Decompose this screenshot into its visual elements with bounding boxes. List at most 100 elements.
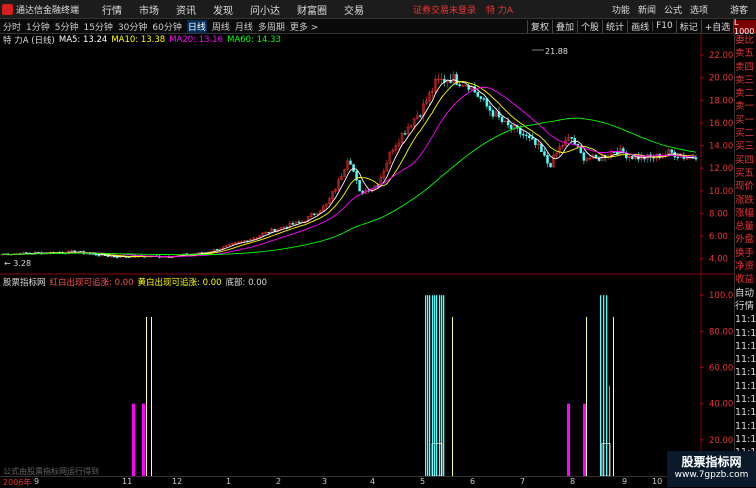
price-tick-label: 16.00: [709, 119, 733, 129]
ind-tick-label: 40.00: [709, 400, 733, 410]
quote-cell-24: 11:1: [735, 354, 756, 366]
indicator-bar: [425, 295, 427, 476]
indicator-bar: [606, 295, 608, 476]
date-tick-1: 9: [34, 477, 40, 486]
quote-side-panel: 委比 卖五 卖四 卖三 卖二 卖一 买一 买二 买三 买四 买五 现价 涨跌 涨幅 总量 外盘 换手 净资 收益 自动…: [734, 34, 756, 487]
quote-cell-1: 卖五: [735, 48, 755, 60]
date-tick-7: 4: [370, 477, 376, 486]
candle-body: [549, 162, 552, 168]
candle-body: [534, 139, 537, 146]
quote-cell-9: 买四: [735, 154, 755, 166]
indicator-bar: [586, 316, 587, 476]
candle-body: [349, 160, 352, 165]
candle-body: [528, 135, 531, 138]
indicator-bar: [443, 295, 445, 476]
watermark-url: www.7gpzb.com: [674, 470, 749, 480]
candle-body: [291, 222, 295, 225]
quote-cell-19: 自动: [735, 287, 755, 299]
candle-body: [631, 155, 634, 160]
quote-cell-15: 外盘: [735, 234, 755, 246]
indicator-name[interactable]: 股票指标网: [3, 276, 46, 288]
price-tick-label: 12.00: [709, 164, 733, 174]
price-tick-label: 4.00: [709, 255, 728, 265]
candle-body: [88, 253, 92, 255]
quote-cell-23: 11:1: [735, 340, 756, 352]
indicator-bar: [603, 295, 605, 476]
quote-cell-27: 11:1: [735, 394, 756, 406]
date-tick-2: 11: [122, 477, 133, 486]
high-annotation: 21.88: [545, 47, 568, 56]
indicator-bar: [142, 403, 145, 476]
indicator-bar: [439, 295, 441, 476]
quote-cell-4: 卖二: [735, 88, 755, 100]
quote-cell-30: 11:1: [735, 433, 756, 445]
indicator-bar: [434, 295, 436, 476]
price-tick-label: 20.00: [709, 74, 733, 84]
quote-cell-29: 11:1: [735, 420, 756, 432]
candle-body: [352, 164, 355, 172]
quote-cell-20: 行情: [735, 300, 755, 312]
quote-cell-5: 卖一: [735, 101, 755, 113]
candle-body: [273, 228, 277, 232]
candle-body: [358, 180, 361, 192]
candle-body: [418, 115, 422, 117]
candle-body: [546, 155, 549, 164]
date-tick-11: 8: [570, 477, 576, 486]
quote-cell-17: 净资: [735, 261, 755, 273]
date-tick-4: 1: [226, 477, 232, 486]
indicator-bar: [146, 316, 147, 476]
quote-cell-11: 现价: [735, 181, 755, 193]
candle-body: [267, 231, 270, 234]
candle-body: [479, 96, 483, 99]
indicator-bar: [452, 316, 453, 476]
candle-body: [522, 133, 525, 136]
quote-cell-26: 11:1: [735, 380, 756, 392]
indicator-bar: [151, 316, 152, 476]
quote-cell-2: 卖四: [735, 61, 755, 73]
candle-body: [525, 134, 528, 137]
ind-tick-label: 20.00: [709, 436, 733, 446]
indicator-bar: 股票指标网 红白出现可追涨: 0.00 黄白出现可追涨: 0.00 底部: 0.…: [0, 276, 271, 288]
indicator-bar: [429, 295, 431, 476]
price-tick-label: 22.00: [709, 51, 733, 61]
date-tick-0: 2006年: [3, 478, 32, 487]
price-tick-label: 14.00: [709, 142, 733, 152]
quote-cell-12: 涨跌: [735, 194, 755, 206]
candle-body: [582, 152, 586, 161]
indicator-bar: [600, 295, 602, 476]
quote-cell-8: 买三: [735, 141, 755, 153]
candle-body: [676, 156, 680, 159]
candle-body: [531, 137, 534, 140]
candle-body: [476, 91, 480, 97]
ind-tick-label: 80.00: [709, 327, 733, 337]
date-tick-10: 7: [520, 477, 526, 486]
candle-body: [297, 221, 301, 223]
candle-body: [509, 124, 513, 129]
candle-body: [500, 116, 504, 122]
candle-body: [458, 84, 461, 86]
price-tick-label: 6.00: [709, 232, 728, 242]
site-watermark: 股票指标网 www.7gpzb.com: [667, 451, 756, 487]
candle-body: [488, 105, 492, 111]
indicator-bar: [567, 403, 570, 476]
quote-cell-28: 11:1: [735, 407, 756, 419]
date-axis: 2006年911121234567891011: [0, 476, 714, 488]
candle-body: [506, 120, 510, 126]
date-tick-12: 9: [622, 477, 628, 486]
kline-chart[interactable]: 22.00 20.00 18.00 16.00 14.00 12.00 10.00 8.00 6…: [0, 0, 734, 476]
indicator-bar: [583, 403, 586, 476]
level-badge: L 1000: [734, 17, 756, 36]
date-tick-9: 6: [470, 477, 476, 486]
date-tick-5: 2: [276, 477, 282, 486]
indicator-bar: [132, 403, 135, 476]
candle-body: [403, 133, 407, 135]
indicator-bottom-value: 底部: 0.00: [225, 278, 268, 288]
date-tick-3: 12: [172, 477, 183, 486]
price-tick-label: 18.00: [709, 96, 733, 106]
candle-body: [491, 110, 495, 117]
candle-body: [540, 143, 543, 152]
indicator-bar: [613, 316, 614, 476]
indicator-yellow-value: 黄白出现可追涨: 0.00: [137, 278, 222, 288]
date-tick-13: 10: [652, 477, 663, 486]
price-tick-label: 8.00: [709, 209, 728, 219]
